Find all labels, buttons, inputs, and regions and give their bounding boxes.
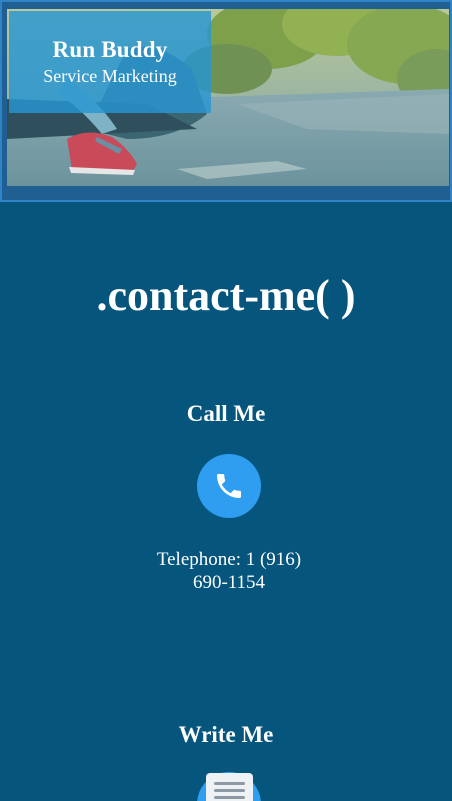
- mail-icon-line: [214, 796, 245, 799]
- brand-box[interactable]: Run Buddy Service Marketing: [9, 11, 211, 113]
- phone-button[interactable]: [197, 454, 261, 518]
- telephone-line-2: 690-1154: [192, 572, 266, 593]
- call-me-heading: Call Me: [186, 401, 266, 426]
- page: Run Buddy Service Marketing .contact-me(…: [0, 0, 452, 801]
- mail-icon-line: [214, 782, 245, 785]
- telephone-line-1: Telephone: 1 (916): [156, 549, 302, 570]
- telephone-text: Telephone: 1 (916) 690-1154: [126, 548, 332, 594]
- hero-banner: Run Buddy Service Marketing: [0, 0, 452, 202]
- contact-title: .contact-me( ): [96, 271, 356, 320]
- mail-icon: [206, 773, 253, 801]
- write-me-heading: Write Me: [178, 722, 274, 747]
- phone-icon: [217, 474, 241, 498]
- mail-icon-line: [214, 789, 245, 792]
- brand-title: Run Buddy: [52, 37, 168, 62]
- brand-subtitle: Service Marketing: [43, 66, 177, 86]
